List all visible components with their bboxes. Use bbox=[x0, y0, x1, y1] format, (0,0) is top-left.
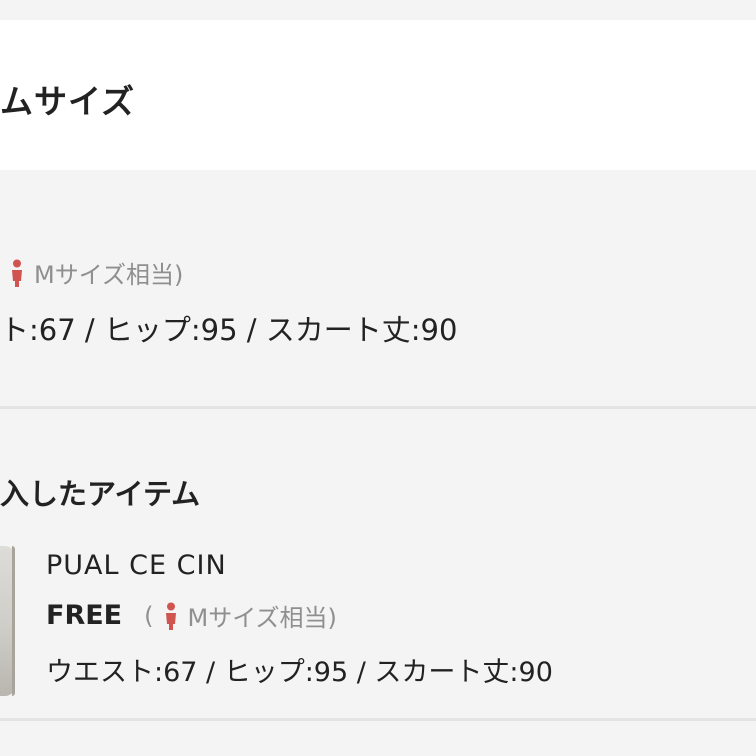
item-thumbnail[interactable] bbox=[0, 546, 15, 696]
size-equivalent-label: Mサイズ相当) bbox=[34, 261, 184, 289]
purchased-items-title: 入したアイテム bbox=[0, 477, 201, 511]
item-size-equivalent: ( Mサイズ相当) bbox=[144, 598, 337, 633]
item-size-equivalent-label: Mサイズ相当) bbox=[187, 604, 337, 632]
item-brand[interactable]: PUAL CE CIN bbox=[46, 550, 227, 581]
page-title: ムサイズ bbox=[0, 82, 136, 121]
top-strip bbox=[0, 0, 756, 20]
person-icon bbox=[10, 259, 24, 287]
size-measurements: ト:67 / ヒップ:95 / スカート丈:90 bbox=[0, 313, 458, 347]
open-paren: ( bbox=[144, 601, 154, 630]
item-size-row: FREE ( Mサイズ相当) bbox=[46, 598, 337, 633]
size-equivalent-row: Mサイズ相当) bbox=[0, 255, 183, 290]
bottom-strip bbox=[0, 721, 756, 756]
item-size-label: FREE bbox=[46, 600, 123, 631]
item-measurements: ウエスト:67 / ヒップ:95 / スカート丈:90 bbox=[46, 657, 553, 688]
person-icon bbox=[164, 602, 178, 630]
